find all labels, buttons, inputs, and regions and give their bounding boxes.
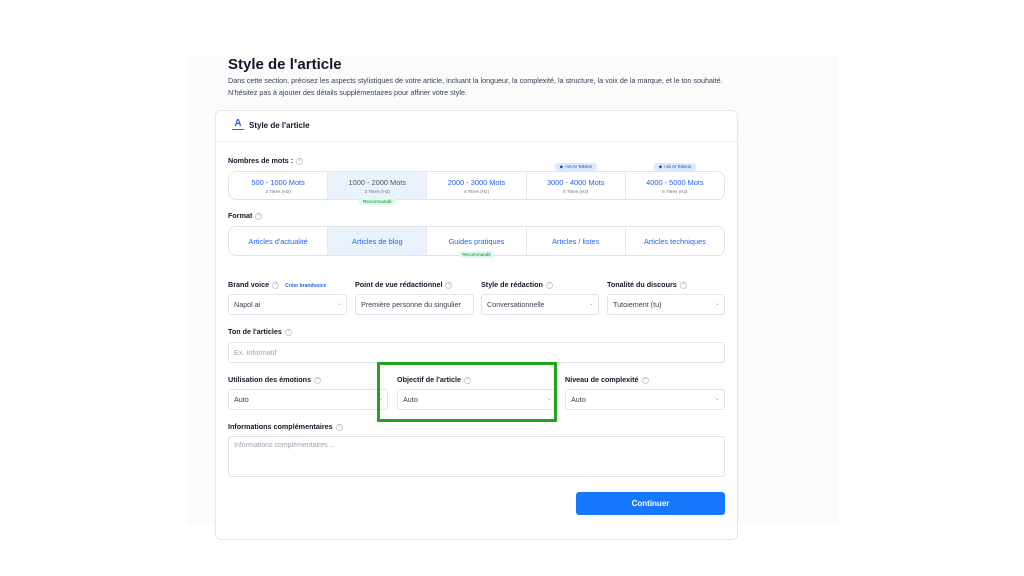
article-tone-input[interactable]: Ex. Informatif xyxy=(228,342,725,363)
format-option-guides[interactable]: Guides pratiques Recommandé xyxy=(427,227,527,258)
format-option-blog[interactable]: Articles de blog xyxy=(328,227,428,255)
option-label: Articles / listes xyxy=(552,236,600,246)
info-icon[interactable]: ? xyxy=(296,157,304,165)
format-label: Format? xyxy=(228,211,263,220)
point-of-view-label-text: Point de vue rédactionnel xyxy=(355,280,443,289)
format-option-lists[interactable]: Articles / listes xyxy=(527,227,626,255)
word-option-1000-2000[interactable]: 1000 - 2000 Mots 3 Titres (H2) Recommand… xyxy=(328,172,428,205)
info-icon[interactable]: ? xyxy=(445,281,453,289)
select-value: Auto xyxy=(571,395,586,404)
select-value: Auto xyxy=(234,395,249,404)
objective-highlight-box xyxy=(377,362,557,422)
tone-discourse-select[interactable]: Tutoiement (tu) ⌄ xyxy=(607,294,725,315)
point-of-view-label: Point de vue rédactionnel? xyxy=(355,280,453,289)
additional-info-textarea[interactable]: Informations complémentaires ... xyxy=(228,436,725,477)
word-option-3000-4000[interactable]: ◆ +10 AI Tokens 3000 - 4000 Mots 5 Titre… xyxy=(527,163,626,199)
token-text: +10 AI Tokens xyxy=(564,164,592,169)
continue-button[interactable]: Continuer xyxy=(576,492,725,515)
info-icon[interactable]: ? xyxy=(314,376,322,384)
emotions-label-text: Utilisation des émotions xyxy=(228,375,312,384)
option-label: 2000 - 3000 Mots xyxy=(447,177,506,187)
select-value: Tutoiement (tu) xyxy=(613,300,662,309)
info-icon[interactable]: ? xyxy=(335,423,343,431)
token-badge: ◆ +10 AI Tokens xyxy=(554,163,597,171)
option-label: Guides pratiques xyxy=(448,236,505,246)
tone-discourse-label: Tonalité du discours? xyxy=(607,280,687,289)
writing-style-select[interactable]: Conversationnelle ⌄ xyxy=(481,294,599,315)
emotions-select[interactable]: Auto ⌄ xyxy=(228,389,388,410)
complexity-label-text: Niveau de complexité xyxy=(565,375,639,384)
page-title: Style de l'article xyxy=(228,56,342,73)
recommended-badge: Recommandé xyxy=(358,198,396,205)
writing-style-label-text: Style de rédaction xyxy=(481,280,543,289)
option-label: 3000 - 4000 Mots xyxy=(546,177,605,187)
brand-voice-select[interactable]: Napol ai ⌄ xyxy=(228,294,347,315)
word-count-label: Nombres de mots :? xyxy=(228,156,304,165)
article-tone-label-text: Ton de l'articles xyxy=(228,327,282,336)
info-icon[interactable]: ? xyxy=(641,376,649,384)
format-selector: Articles d'actualité Articles de blog Gu… xyxy=(228,226,725,258)
complexity-select[interactable]: Auto ⌄ xyxy=(565,389,725,410)
info-icon[interactable]: ? xyxy=(284,328,292,336)
option-label: 4000 - 5000 Mots xyxy=(646,177,704,187)
tone-discourse-label-text: Tonalité du discours xyxy=(607,280,677,289)
word-option-4000-5000[interactable]: ◆ +15 AI Tokens 4000 - 5000 Mots 6 Titre… xyxy=(626,163,724,199)
writing-style-label: Style de rédaction? xyxy=(481,280,553,289)
info-icon[interactable]: ? xyxy=(545,281,553,289)
format-option-news[interactable]: Articles d'actualité xyxy=(229,227,329,255)
word-option-2000-3000[interactable]: 2000 - 3000 Mots 4 Titres (H2) xyxy=(427,172,527,199)
info-icon[interactable]: ? xyxy=(255,212,263,220)
option-label: Articles techniques xyxy=(643,236,706,246)
info-icon[interactable]: ? xyxy=(679,281,687,289)
word-count-selector: 500 - 1000 Mots 2 Titres (H2) 1000 - 200… xyxy=(228,163,725,205)
chevron-down-icon: ⌄ xyxy=(714,396,720,402)
additional-info-label: Informations complémentaires? xyxy=(228,422,343,431)
option-label: Articles d'actualité xyxy=(248,236,308,246)
format-option-technical[interactable]: Articles techniques xyxy=(626,227,724,255)
select-value: Première personne du singulier xyxy=(361,300,461,309)
chevron-down-icon: ⌄ xyxy=(336,301,342,307)
option-label: 1000 - 2000 Mots xyxy=(348,177,407,187)
token-badge: ◆ +15 AI Tokens xyxy=(653,163,697,171)
option-sub: 5 Titres (H2) xyxy=(563,188,589,194)
create-brandvoice-link[interactable]: Créer brandvoice xyxy=(285,283,326,289)
word-option-500-1000[interactable]: 500 - 1000 Mots 2 Titres (H2) xyxy=(229,172,329,199)
brand-voice-label-text: Brand voice xyxy=(228,280,270,289)
chevron-down-icon: ⌄ xyxy=(588,301,594,307)
option-sub: 2 Titres (H2) xyxy=(265,188,291,194)
info-icon[interactable]: ? xyxy=(272,281,280,289)
word-count-label-text: Nombres de mots : xyxy=(228,156,294,165)
card-title: Style de l'article xyxy=(249,121,310,130)
recommended-badge: Recommandé xyxy=(458,251,495,258)
emotions-label: Utilisation des émotions? xyxy=(228,375,322,384)
brand-voice-label: Brand voice? Créer brandvoice xyxy=(228,280,326,289)
option-label: 500 - 1000 Mots xyxy=(251,177,305,187)
point-of-view-select[interactable]: Première personne du singulier xyxy=(355,294,474,315)
option-sub: 6 Titres (H2) xyxy=(662,188,688,194)
option-label: Articles de blog xyxy=(352,236,403,246)
additional-info-label-text: Informations complémentaires xyxy=(228,422,333,431)
article-tone-label: Ton de l'articles? xyxy=(228,327,292,336)
complexity-label: Niveau de complexité? xyxy=(565,375,649,384)
select-value: Conversationnelle xyxy=(487,300,545,309)
select-value: Napol ai xyxy=(234,300,261,309)
page-description: Dans cette section, précisez les aspects… xyxy=(228,76,723,97)
chevron-down-icon: ⌄ xyxy=(714,301,720,307)
text-style-icon: A xyxy=(232,118,244,130)
format-label-text: Format xyxy=(228,211,253,220)
token-text: +15 AI Tokens xyxy=(663,164,692,169)
option-sub: 3 Titres (H2) xyxy=(364,188,390,194)
option-sub: 4 Titres (H2) xyxy=(463,188,490,194)
